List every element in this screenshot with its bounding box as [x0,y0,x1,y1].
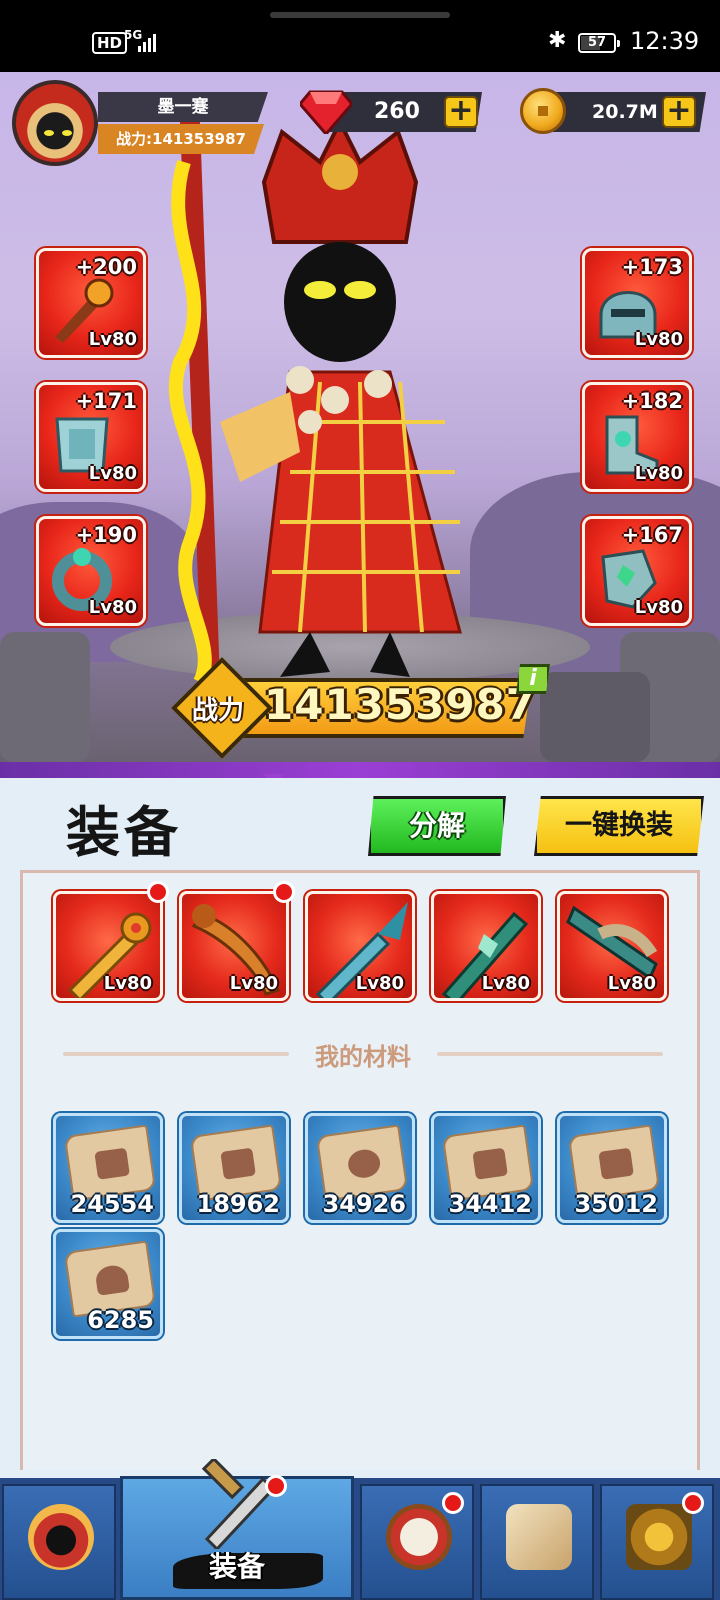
bluetooth-icon: ✱ [548,28,567,53]
inventory-weapon[interactable]: Lv80 [53,891,163,1001]
gear-enhance-level: +171 [75,389,137,413]
player-avatar[interactable] [12,80,98,166]
gear-slot-helmet[interactable]: +173 Lv80 [582,248,692,358]
combat-power-value: 141353987 [264,680,537,729]
materials-header: 我的材料 [63,1033,663,1073]
clock: 12:39 [630,27,700,55]
drum-icon [386,1504,452,1570]
bottom-nav: 装备 [0,1459,720,1600]
hd-badge: HD [92,32,128,54]
sword-icon [201,1459,276,1549]
equipment-panel: 装备 分解 一键换装 Lv80 Lv80 Lv80 Lv80 Lv80 我的材料… [0,778,720,1478]
material-item[interactable]: 24554 [53,1113,163,1223]
tab-equipment[interactable]: 装备 [120,1459,354,1600]
player-name: 墨一蹇 [98,92,268,122]
guild-alert-dot [682,1492,704,1514]
material-item[interactable]: 34412 [431,1113,541,1223]
material-item[interactable]: 34926 [305,1113,415,1223]
add-gold-button[interactable]: + [662,96,696,128]
battery-icon: 57 [578,33,620,53]
gear-level: Lv80 [88,597,137,618]
weapon-level: Lv80 [607,973,656,994]
tab-scroll[interactable] [480,1484,594,1600]
material-count: 24554 [70,1190,155,1218]
gear-level: Lv80 [634,463,683,484]
scroll-icon [506,1504,572,1570]
gear-slot-boots[interactable]: +182 Lv80 [582,382,692,492]
hero-hat-icon [28,1504,94,1570]
tab-equipment-label: 装备 [208,1550,265,1583]
weapon-level: Lv80 [229,973,278,994]
inventory-weapon[interactable]: Lv80 [305,891,415,1001]
weapon-level: Lv80 [103,973,152,994]
material-item[interactable]: 6285 [53,1229,163,1339]
ruby-icon [300,90,352,134]
player-power: 战力:141353987 [98,124,264,154]
hero-scene: 墨一蹇 战力:141353987 260 + 20.7M + +200 Lv80… [0,72,720,762]
gear-enhance-level: +182 [621,389,683,413]
gear-level: Lv80 [88,329,137,350]
material-count: 34412 [448,1190,533,1218]
material-count: 18962 [196,1190,281,1218]
gear-enhance-level: +200 [75,255,137,279]
rock [0,632,90,762]
gem-counter: 260 + [300,88,490,134]
gear-slot-gauntlet[interactable]: +167 Lv80 [582,516,692,626]
new-item-dot [147,881,169,903]
new-item-dot [273,881,295,903]
material-item[interactable]: 35012 [557,1113,667,1223]
gold-coin-icon [520,88,566,134]
material-count: 35012 [574,1190,659,1218]
gate-icon [626,1504,692,1570]
inventory-weapon[interactable]: Lv80 [431,891,541,1001]
tab-hero[interactable] [2,1484,116,1600]
tab-guild[interactable] [600,1484,714,1600]
info-button[interactable]: i [516,664,550,694]
drum-alert-dot [442,1492,464,1514]
rock [540,672,650,762]
materials-title: 我的材料 [315,1043,411,1071]
status-bar: HD 5G ✱ 57 12:39 [0,0,720,72]
gear-slot-staff[interactable]: +200 Lv80 [36,248,146,358]
material-count: 34926 [322,1190,407,1218]
hero-character[interactable] [160,122,520,682]
inventory-grid: Lv80 Lv80 Lv80 Lv80 Lv80 我的材料 24554 1896… [20,870,700,1470]
inventory-weapon[interactable]: Lv80 [179,891,289,1001]
weapon-level: Lv80 [355,973,404,994]
gear-enhance-level: +190 [75,523,137,547]
panel-title: 装备 [66,801,182,864]
gear-slot-armor[interactable]: +171 Lv80 [36,382,146,492]
combat-power-banner: 战力 141353987 i [171,657,550,759]
gear-enhance-level: +167 [621,523,683,547]
material-count: 6285 [87,1306,154,1334]
equipment-alert-dot [265,1475,287,1497]
weapon-level: Lv80 [481,973,530,994]
signal-icon [138,30,160,52]
add-gems-button[interactable]: + [444,96,478,128]
inventory-weapon[interactable]: Lv80 [557,891,667,1001]
tab-drum[interactable] [360,1484,474,1600]
gear-enhance-level: +173 [621,255,683,279]
gear-level: Lv80 [634,597,683,618]
gear-level: Lv80 [88,463,137,484]
material-item[interactable]: 18962 [179,1113,289,1223]
player-card[interactable]: 墨一蹇 战力:141353987 [12,80,272,166]
gear-slot-ring[interactable]: +190 Lv80 [36,516,146,626]
notch-indicator [270,12,450,18]
gold-counter: 20.7M + [518,88,708,134]
decompose-button[interactable]: 分解 [368,796,506,856]
gear-level: Lv80 [634,329,683,350]
combat-power-label: 战力 [192,696,245,726]
one-click-equip-button[interactable]: 一键换装 [534,796,704,856]
